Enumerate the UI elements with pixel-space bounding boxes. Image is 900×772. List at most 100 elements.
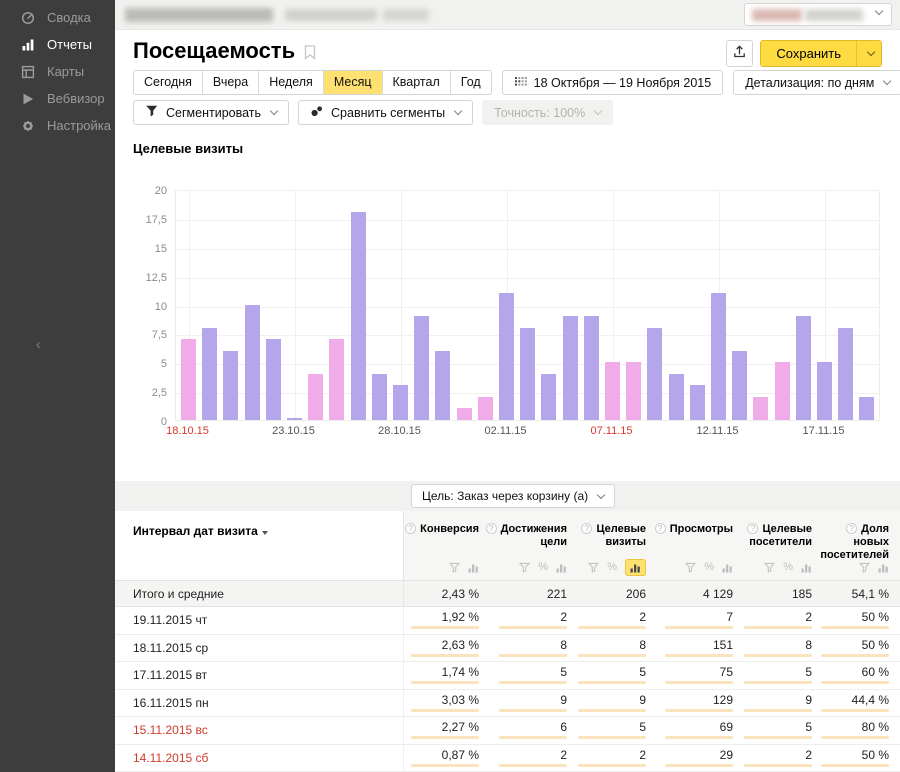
filter-icon[interactable] bbox=[588, 562, 599, 573]
period-tab-month[interactable]: Месяц bbox=[323, 71, 382, 94]
save-button[interactable]: Сохранить bbox=[761, 41, 856, 66]
column-header-pageviews: ?Просмотры% bbox=[646, 511, 733, 580]
chart-bar[interactable] bbox=[541, 374, 556, 420]
row-date[interactable]: 14.11.2015 сб bbox=[115, 745, 403, 772]
filter-icon[interactable] bbox=[859, 562, 870, 573]
segment-button[interactable]: Сегментировать bbox=[133, 100, 289, 125]
metric-bar-track bbox=[665, 736, 733, 739]
help-icon[interactable]: ? bbox=[405, 523, 416, 534]
period-tab-week[interactable]: Неделя bbox=[258, 71, 323, 94]
chart-bar[interactable] bbox=[711, 293, 726, 420]
compare-segments-button[interactable]: Сравнить сегменты bbox=[298, 100, 473, 125]
chart-bar[interactable] bbox=[753, 397, 768, 420]
chart-bar[interactable] bbox=[563, 316, 578, 420]
chart-bar[interactable] bbox=[775, 362, 790, 420]
bar-metric-icon[interactable] bbox=[801, 562, 812, 573]
metric-bar-track bbox=[578, 736, 646, 739]
row-date[interactable]: 16.11.2015 пн bbox=[115, 690, 403, 717]
topbar bbox=[115, 0, 900, 30]
percent-filter-icon[interactable]: % bbox=[704, 562, 714, 573]
chart-bar[interactable] bbox=[626, 362, 641, 420]
help-icon[interactable]: ? bbox=[655, 523, 666, 534]
chart-bar[interactable] bbox=[435, 351, 450, 420]
accuracy-label: Точность: 100% bbox=[494, 106, 585, 120]
chart-bar[interactable] bbox=[520, 328, 535, 420]
chart-bar[interactable] bbox=[308, 374, 323, 420]
period-tab-year[interactable]: Год bbox=[450, 71, 491, 94]
percent-filter-icon[interactable]: % bbox=[538, 562, 548, 573]
chart-bar[interactable] bbox=[181, 339, 196, 420]
x-tick-label: 28.10.15 bbox=[378, 425, 421, 437]
chart-bar[interactable] bbox=[796, 316, 811, 420]
chart-bar[interactable] bbox=[478, 397, 493, 420]
period-tab-today[interactable]: Сегодня bbox=[134, 71, 202, 94]
help-icon[interactable]: ? bbox=[581, 523, 592, 534]
chart-bar[interactable] bbox=[817, 362, 832, 420]
filter-icon[interactable] bbox=[519, 562, 530, 573]
percent-filter-icon[interactable]: % bbox=[783, 562, 793, 573]
chart-bar[interactable] bbox=[499, 293, 514, 420]
metric-bar-track bbox=[499, 764, 567, 767]
chart-bar[interactable] bbox=[287, 418, 302, 420]
bar-metric-icon[interactable] bbox=[722, 562, 733, 573]
filter-icon[interactable] bbox=[449, 562, 460, 573]
bar-metric-icon-selected[interactable] bbox=[625, 559, 646, 576]
help-icon[interactable]: ? bbox=[846, 523, 857, 534]
date-column-header[interactable]: Интервал дат визита bbox=[115, 511, 403, 580]
chart-bar[interactable] bbox=[351, 212, 366, 420]
blurred-selector-value bbox=[752, 9, 802, 21]
table-row: 19.11.2015 чт1,92 %227250 % bbox=[115, 607, 900, 635]
sidebar-item-summary[interactable]: Сводка bbox=[0, 4, 115, 31]
goal-selector-dropdown[interactable]: Цель: Заказ через корзину (а) bbox=[411, 484, 615, 508]
row-date[interactable]: 18.11.2015 ср bbox=[115, 635, 403, 662]
chart-bar[interactable] bbox=[732, 351, 747, 420]
period-tab-yesterday[interactable]: Вчера bbox=[202, 71, 258, 94]
goal-selector-label: Цель: Заказ через корзину (а) bbox=[422, 489, 588, 503]
chart-bar[interactable] bbox=[605, 362, 620, 420]
column-header-label: цели bbox=[540, 536, 567, 549]
metric-bar-track bbox=[821, 681, 889, 684]
row-date[interactable]: 15.11.2015 вс bbox=[115, 717, 403, 744]
period-tab-quarter[interactable]: Квартал bbox=[382, 71, 450, 94]
sidebar-item-reports[interactable]: Отчеты bbox=[0, 31, 115, 58]
help-icon[interactable]: ? bbox=[486, 523, 497, 534]
chart-bar[interactable] bbox=[372, 374, 387, 420]
chart-bar[interactable] bbox=[329, 339, 344, 420]
chart-bar[interactable] bbox=[266, 339, 281, 420]
chart-bar[interactable] bbox=[584, 316, 599, 420]
bar-metric-icon[interactable] bbox=[878, 562, 889, 573]
metric-bar-track bbox=[744, 709, 812, 712]
chart-bar[interactable] bbox=[202, 328, 217, 420]
chart-bar[interactable] bbox=[223, 351, 238, 420]
sidebar-item-settings[interactable]: Настройка bbox=[0, 112, 115, 139]
chart-bar[interactable] bbox=[393, 385, 408, 420]
chart-bar[interactable] bbox=[457, 408, 472, 420]
row-date[interactable]: 17.11.2015 вт bbox=[115, 662, 403, 689]
sidebar-collapse-chevron-icon[interactable]: ‹ bbox=[36, 336, 41, 352]
bar-metric-icon[interactable] bbox=[468, 562, 479, 573]
detalization-button[interactable]: Детализация: по дням bbox=[733, 70, 900, 95]
save-dropdown-button[interactable] bbox=[856, 41, 881, 66]
metric-cell-goal-reaches: 8 bbox=[479, 635, 567, 662]
row-date[interactable]: 19.11.2015 чт bbox=[115, 607, 403, 634]
x-tick-label: 23.10.15 bbox=[272, 425, 315, 437]
percent-filter-icon[interactable]: % bbox=[607, 562, 617, 573]
chart-bar[interactable] bbox=[690, 385, 705, 420]
counter-selector-dropdown[interactable] bbox=[744, 3, 892, 26]
help-icon[interactable]: ? bbox=[747, 523, 758, 534]
chart-bar[interactable] bbox=[245, 305, 260, 421]
sidebar-item-webvisor[interactable]: Вебвизор bbox=[0, 85, 115, 112]
date-range-button[interactable]: 18 Октября — 19 Ноября 2015 bbox=[502, 70, 724, 95]
chart-bar[interactable] bbox=[859, 397, 874, 420]
chart-bar[interactable] bbox=[414, 316, 429, 420]
bar-metric-icon[interactable] bbox=[556, 562, 567, 573]
filter-icon[interactable] bbox=[685, 562, 696, 573]
export-button[interactable] bbox=[726, 40, 753, 67]
sidebar-item-maps[interactable]: Карты bbox=[0, 58, 115, 85]
chart-bar[interactable] bbox=[838, 328, 853, 420]
chart-bar[interactable] bbox=[647, 328, 662, 420]
filter-icon[interactable] bbox=[764, 562, 775, 573]
bookmark-icon[interactable] bbox=[304, 45, 316, 60]
chart-bar[interactable] bbox=[669, 374, 684, 420]
funnel-icon bbox=[145, 104, 159, 121]
